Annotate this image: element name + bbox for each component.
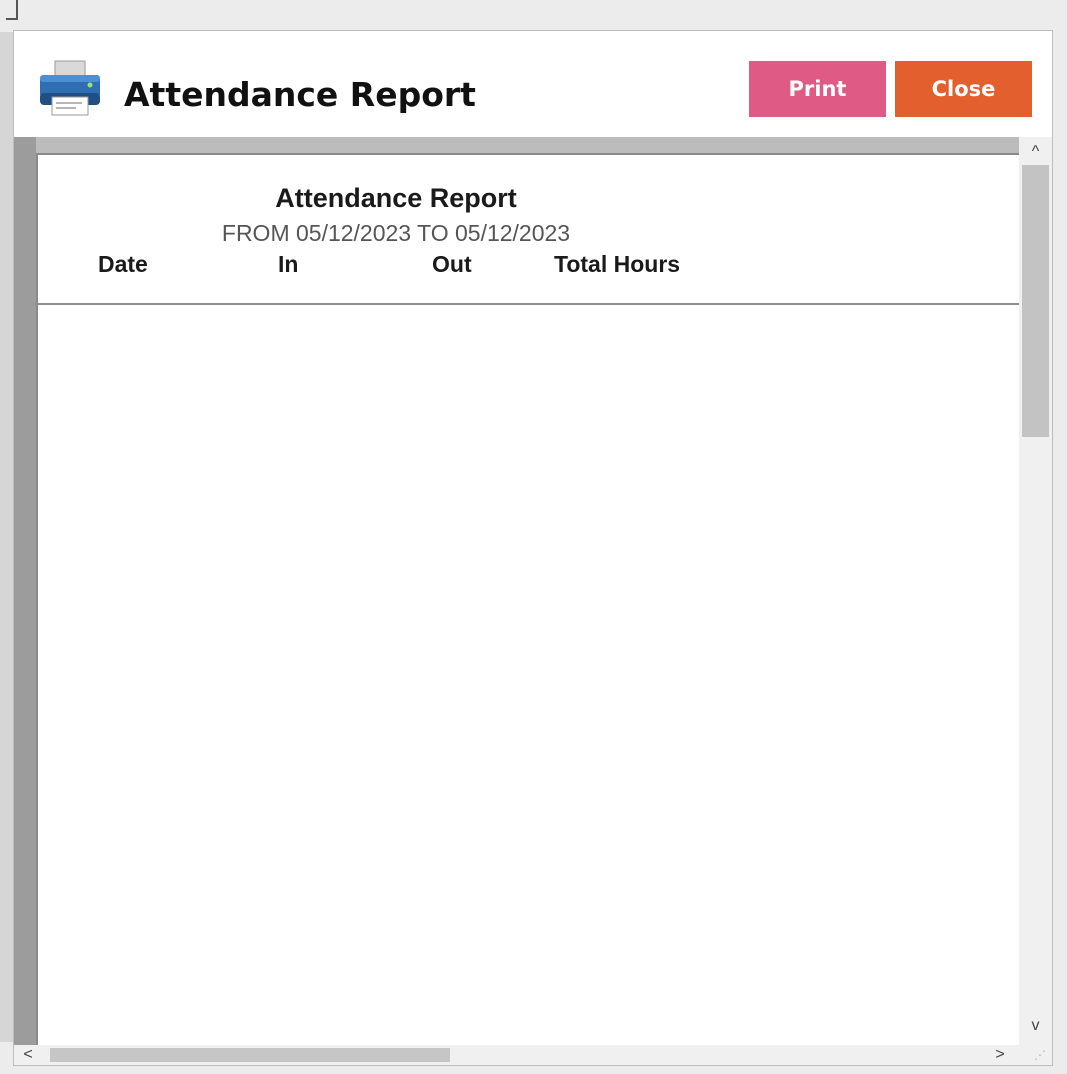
dialog-title: Attendance Report [124,75,476,114]
column-header-date: Date [98,251,148,277]
viewer-left-band [14,137,36,1045]
vertical-scrollbar[interactable]: ^ v [1019,137,1052,1045]
print-button[interactable]: Print [749,61,886,117]
corner-mark [6,0,18,20]
report-viewer: Attendance Report FROM 05/12/2023 TO 05/… [14,137,1052,1065]
viewer-top-band [14,137,1019,153]
dialog-header: Attendance Report Print Close [14,31,1052,137]
resize-grip-icon[interactable]: ⋰ [1019,1045,1052,1065]
report-page: Attendance Report FROM 05/12/2023 TO 05/… [36,153,1019,1045]
attendance-report-dialog: Attendance Report Print Close Attendance… [13,30,1053,1066]
column-header-in: In [278,251,299,277]
background-strip [0,32,13,1042]
column-header-total-hours: Total Hours [554,251,681,277]
vertical-scroll-thumb[interactable] [1022,165,1049,437]
header-divider [38,303,1019,305]
scroll-up-icon[interactable]: ^ [1019,139,1052,165]
report-date-range: FROM 05/12/2023 TO 05/12/2023 [221,220,571,246]
close-button[interactable]: Close [895,61,1032,117]
scroll-down-icon[interactable]: v [1019,1013,1052,1039]
screen: Attendance Report Print Close Attendance… [0,0,1067,1074]
horizontal-scroll-thumb[interactable] [50,1048,450,1062]
report-title: Attendance Report [275,183,517,213]
scroll-left-icon[interactable]: < [16,1045,40,1065]
column-header-out: Out [432,251,472,277]
horizontal-scrollbar[interactable]: < > [14,1045,1019,1065]
printer-icon [40,60,100,116]
scroll-right-icon[interactable]: > [988,1045,1012,1065]
